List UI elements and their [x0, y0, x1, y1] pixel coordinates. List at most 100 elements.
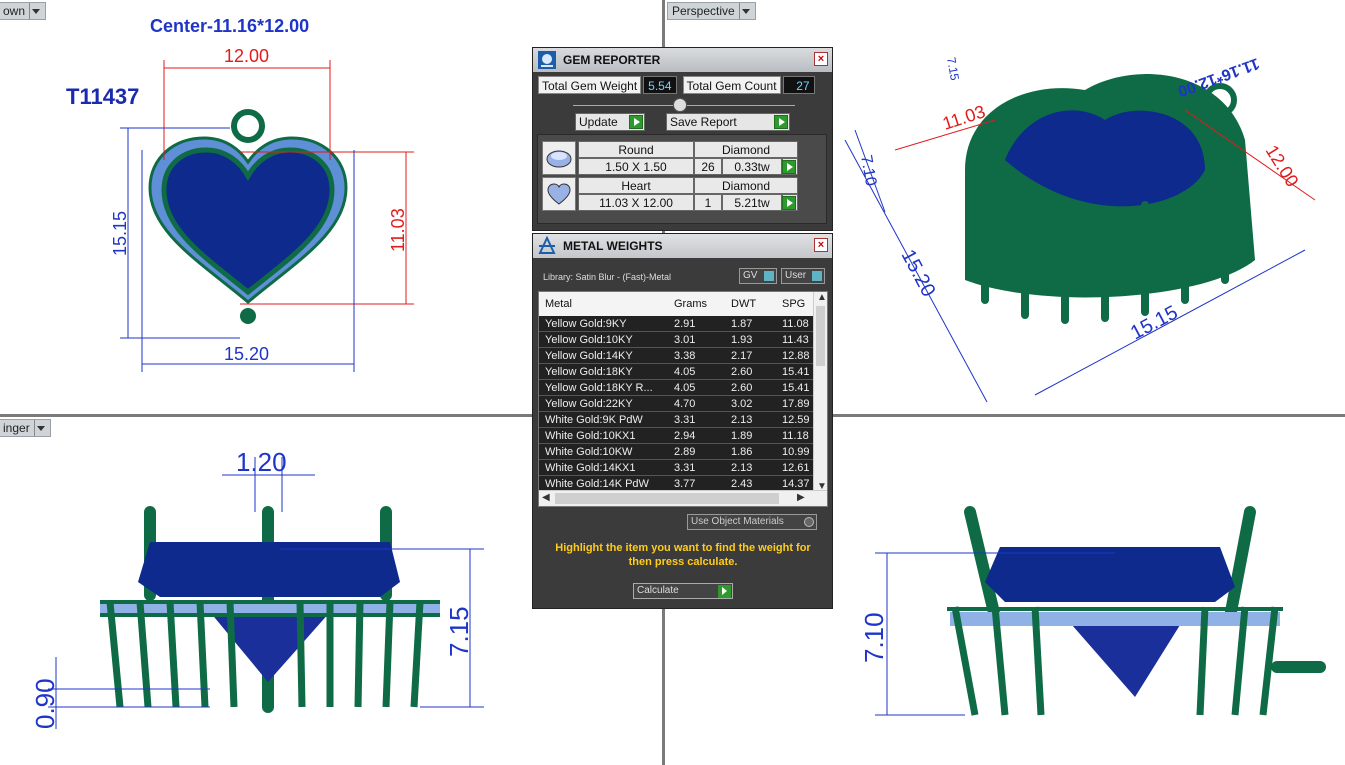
gv-toggle[interactable]: GV: [739, 268, 777, 284]
chevron-right-icon[interactable]: ▶: [797, 492, 805, 503]
calculate-button[interactable]: Calculate: [633, 583, 733, 599]
viewport-tab-front[interactable]: inger: [0, 419, 51, 437]
metal-weights-panel: METAL WEIGHTS × Library: Satin Blur - (F…: [532, 233, 833, 609]
play-icon: [782, 160, 796, 174]
gem-totals-row: Total Gem Weight 5.54 Total Gem Count 27: [538, 76, 815, 94]
gem-list: Round Diamond 1.50 X 1.50 26 0.33tw Hear…: [537, 134, 827, 224]
table-cell: White Gold:10KX1: [545, 430, 636, 442]
play-icon: [774, 115, 788, 129]
gem-reporter-title: GEM REPORTER: [563, 53, 661, 67]
table-row[interactable]: White Gold:10KW 2.89 1.86 10.99: [539, 444, 815, 460]
table-row[interactable]: Yellow Gold:18KY R... 4.05 2.60 15.41: [539, 380, 815, 396]
pendant-side: [947, 506, 1326, 716]
cad-workspace: Center-11.16*12.00 T11437 12.00 15.15 11…: [0, 0, 1345, 765]
table-row[interactable]: White Gold:9K PdW 3.31 2.13 12.59: [539, 412, 815, 428]
center-label: Center-11.16*12.00: [150, 16, 309, 36]
dim-height-label: 15.15: [110, 211, 130, 256]
chevron-down-icon[interactable]: [738, 3, 751, 19]
col-spg[interactable]: SPG: [782, 298, 805, 310]
table-cell: 2.94: [674, 430, 696, 442]
table-row[interactable]: Yellow Gold:9KY 2.91 1.87 11.08: [539, 316, 815, 332]
scrollbar-thumb[interactable]: [816, 306, 825, 366]
total-gem-weight-label: Total Gem Weight: [538, 76, 642, 94]
table-cell: White Gold:9K PdW: [545, 414, 643, 426]
play-icon: [629, 115, 643, 129]
table-cell: 3.01: [674, 334, 696, 346]
table-cell: White Gold:10KW: [545, 446, 633, 458]
metal-table-vertical-scrollbar[interactable]: ▲ ▼: [813, 292, 827, 492]
table-cell: 2.91: [674, 318, 696, 330]
table-row[interactable]: Yellow Gold:14KY 3.38 2.17 12.88: [539, 348, 815, 364]
front-dim-left: 0.90: [30, 678, 60, 729]
metal-weights-titlebar[interactable]: METAL WEIGHTS ×: [533, 234, 832, 258]
chevron-up-icon[interactable]: ▲: [817, 292, 827, 303]
report-slider-handle[interactable]: [673, 98, 687, 112]
scrollbar-thumb[interactable]: [555, 493, 779, 504]
table-cell: 3.02: [731, 398, 753, 410]
table-cell: 2.89: [674, 446, 696, 458]
gem-row-round[interactable]: Round Diamond 1.50 X 1.50 26 0.33tw: [542, 141, 802, 177]
metal-table-horizontal-scrollbar[interactable]: ◀ ▶: [539, 490, 827, 506]
table-row[interactable]: Yellow Gold:18KY 4.05 2.60 15.41: [539, 364, 815, 380]
viewport-tab-top[interactable]: own: [0, 2, 47, 20]
total-gem-count-value: 27: [782, 76, 815, 94]
col-dwt[interactable]: DWT: [731, 298, 756, 310]
gem-shape: Round: [578, 141, 694, 158]
update-button[interactable]: Update: [575, 113, 645, 131]
persp-dim-f: 7.15: [944, 56, 962, 82]
metal-weights-title: METAL WEIGHTS: [563, 239, 663, 253]
front-dim-top: 1.20: [236, 447, 287, 477]
play-icon: [782, 196, 796, 210]
reference-label: T11437: [66, 84, 139, 109]
front-dim-right: 7.15: [444, 606, 474, 657]
gem-row-heart[interactable]: Heart Diamond 11.03 X 12.00 1 5.21tw: [542, 177, 802, 213]
table-row[interactable]: Yellow Gold:10KY 3.01 1.93 11.43: [539, 332, 815, 348]
side-dim-left: 7.10: [859, 612, 889, 663]
table-row[interactable]: White Gold:14KX1 3.31 2.13 12.61: [539, 460, 815, 476]
library-label: Library: Satin Blur - (Fast)-Metal: [543, 272, 672, 282]
metal-table: Metal Grams DWT SPG Yellow Gold:9KY 2.91 1…: [538, 291, 828, 507]
table-cell: Yellow Gold:14KY: [545, 350, 633, 362]
persp-dim-e: 15.15: [1127, 301, 1182, 344]
close-icon[interactable]: ×: [814, 52, 828, 66]
save-report-button[interactable]: Save Report: [666, 113, 790, 131]
gem-row-go-button[interactable]: [782, 194, 798, 211]
gem-size: 11.03 X 12.00: [578, 194, 694, 211]
user-toggle[interactable]: User: [781, 268, 825, 284]
gem-type: Diamond: [694, 141, 798, 158]
gem-reporter-titlebar[interactable]: GEM REPORTER ×: [533, 48, 832, 72]
chevron-down-icon[interactable]: [33, 420, 46, 436]
col-metal[interactable]: Metal: [545, 298, 572, 310]
instructions-text: Highlight the item you want to find the …: [555, 542, 811, 568]
col-grams[interactable]: Grams: [674, 298, 707, 310]
table-cell: 2.13: [731, 462, 753, 474]
table-cell: 2.60: [731, 382, 753, 394]
persp-dim-d: 15.20: [897, 246, 940, 301]
table-cell: Yellow Gold:22KY: [545, 398, 633, 410]
close-icon[interactable]: ×: [814, 238, 828, 252]
heart-gem-thumbnail: [542, 177, 576, 211]
chevron-left-icon[interactable]: ◀: [542, 492, 550, 503]
gem-weight: 5.21tw: [722, 194, 782, 211]
table-cell: 4.70: [674, 398, 696, 410]
heart-pendant-top: [148, 109, 348, 324]
gem-shape: Heart: [578, 177, 694, 194]
table-row[interactable]: White Gold:10KX1 2.94 1.89 11.18: [539, 428, 815, 444]
table-cell: 2.13: [731, 414, 753, 426]
viewport-tab-perspective[interactable]: Perspective: [667, 2, 756, 20]
table-row[interactable]: Yellow Gold:22KY 4.70 3.02 17.89: [539, 396, 815, 412]
table-cell: 1.86: [731, 446, 753, 458]
persp-dim-b: 7.10: [857, 154, 879, 188]
table-cell: 1.89: [731, 430, 753, 442]
table-cell: 3.31: [674, 462, 696, 474]
gem-row-go-button[interactable]: [782, 158, 798, 175]
gem-reporter-panel: GEM REPORTER × Total Gem Weight 5.54 Tot…: [532, 47, 833, 231]
table-cell: White Gold:14KX1: [545, 462, 636, 474]
table-cell: 3.31: [674, 414, 696, 426]
table-cell: Yellow Gold:10KY: [545, 334, 633, 346]
dim-width-label: 12.00: [224, 46, 269, 66]
gem-count: 1: [694, 194, 722, 211]
chevron-down-icon[interactable]: [29, 3, 41, 19]
use-object-materials-toggle[interactable]: Use Object Materials: [687, 514, 817, 530]
table-cell: 3.38: [674, 350, 696, 362]
